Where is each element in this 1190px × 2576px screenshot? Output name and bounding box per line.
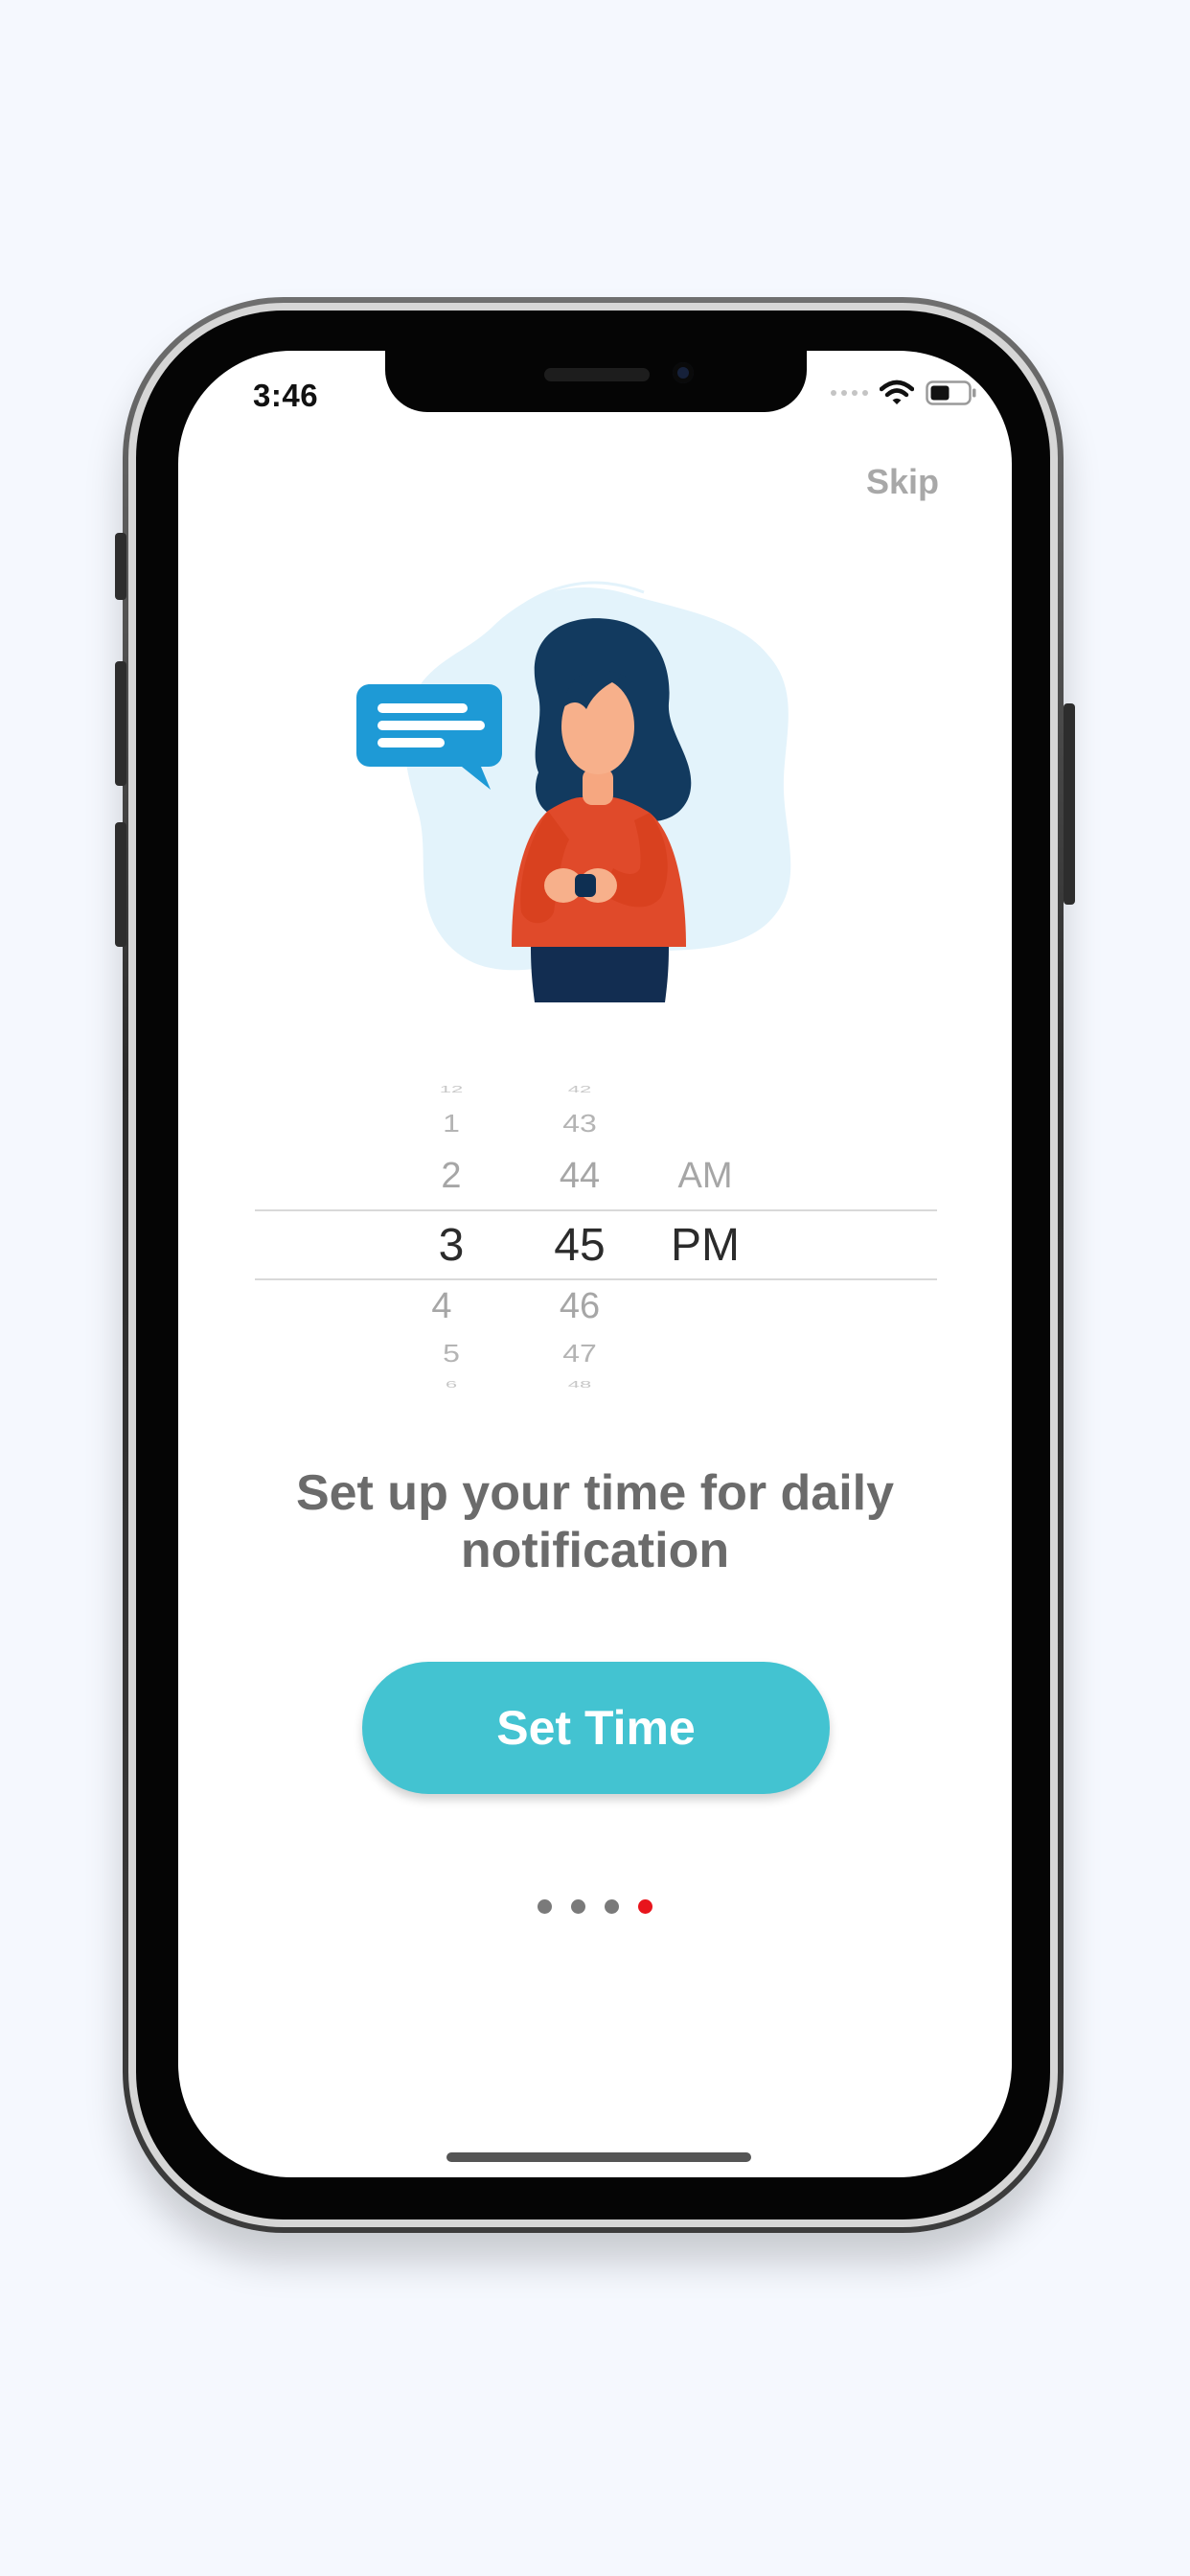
hour-option[interactable]: 5 — [418, 1340, 485, 1368]
volume-down-button — [115, 822, 126, 947]
camera-icon — [673, 362, 694, 383]
pants — [531, 947, 669, 1002]
minute-option[interactable]: 48 — [537, 1379, 623, 1391]
hour-option[interactable]: 1 — [418, 1110, 485, 1138]
minute-option[interactable]: 47 — [537, 1340, 623, 1368]
speaker-grill — [544, 368, 650, 381]
page-indicator[interactable] — [178, 1899, 1012, 1914]
notch — [385, 351, 807, 412]
hour-option[interactable]: 12 — [418, 1084, 485, 1095]
minute-option-selected[interactable]: 45 — [537, 1219, 623, 1272]
hour-option[interactable]: 4 — [408, 1286, 475, 1327]
minute-option[interactable]: 42 — [537, 1084, 623, 1095]
picker-selection-top-line — [255, 1209, 937, 1211]
page-dot[interactable] — [571, 1899, 585, 1914]
onboarding-illustration — [356, 581, 791, 1002]
onboarding-message: Set up your time for daily notification — [295, 1465, 895, 1578]
skip-button[interactable]: Skip — [866, 462, 939, 502]
period-option[interactable]: AM — [657, 1156, 753, 1197]
hour-option[interactable]: 2 — [418, 1156, 485, 1197]
silent-switch — [115, 533, 126, 600]
wifi-icon — [880, 380, 914, 404]
minute-option[interactable]: 44 — [537, 1156, 623, 1197]
signal-dots-icon — [831, 390, 868, 396]
minute-option[interactable]: 46 — [537, 1286, 623, 1327]
page-dot[interactable] — [605, 1899, 619, 1914]
page-dot-active[interactable] — [638, 1899, 652, 1914]
home-indicator[interactable] — [446, 2152, 751, 2162]
status-icons — [831, 380, 977, 406]
set-time-button[interactable]: Set Time — [362, 1662, 830, 1794]
battery-icon — [926, 380, 976, 405]
volume-up-button — [115, 661, 126, 786]
screen: 3:46 Skip 12 1 2 3 4 5 6 42 43 44 45 46 … — [178, 351, 1012, 2177]
hour-option-selected[interactable]: 3 — [418, 1219, 485, 1272]
picker-selection-bottom-line — [255, 1278, 937, 1280]
minute-option[interactable]: 43 — [537, 1110, 623, 1138]
status-time: 3:46 — [253, 378, 319, 413]
smartwatch-icon — [575, 874, 596, 897]
power-button — [1064, 703, 1075, 905]
page-dot[interactable] — [538, 1899, 552, 1914]
period-option-selected[interactable]: PM — [657, 1219, 753, 1272]
time-picker[interactable]: 12 1 2 3 4 5 6 42 43 44 45 46 47 48 AM P… — [255, 1083, 937, 1403]
hour-option[interactable]: 6 — [418, 1379, 485, 1391]
